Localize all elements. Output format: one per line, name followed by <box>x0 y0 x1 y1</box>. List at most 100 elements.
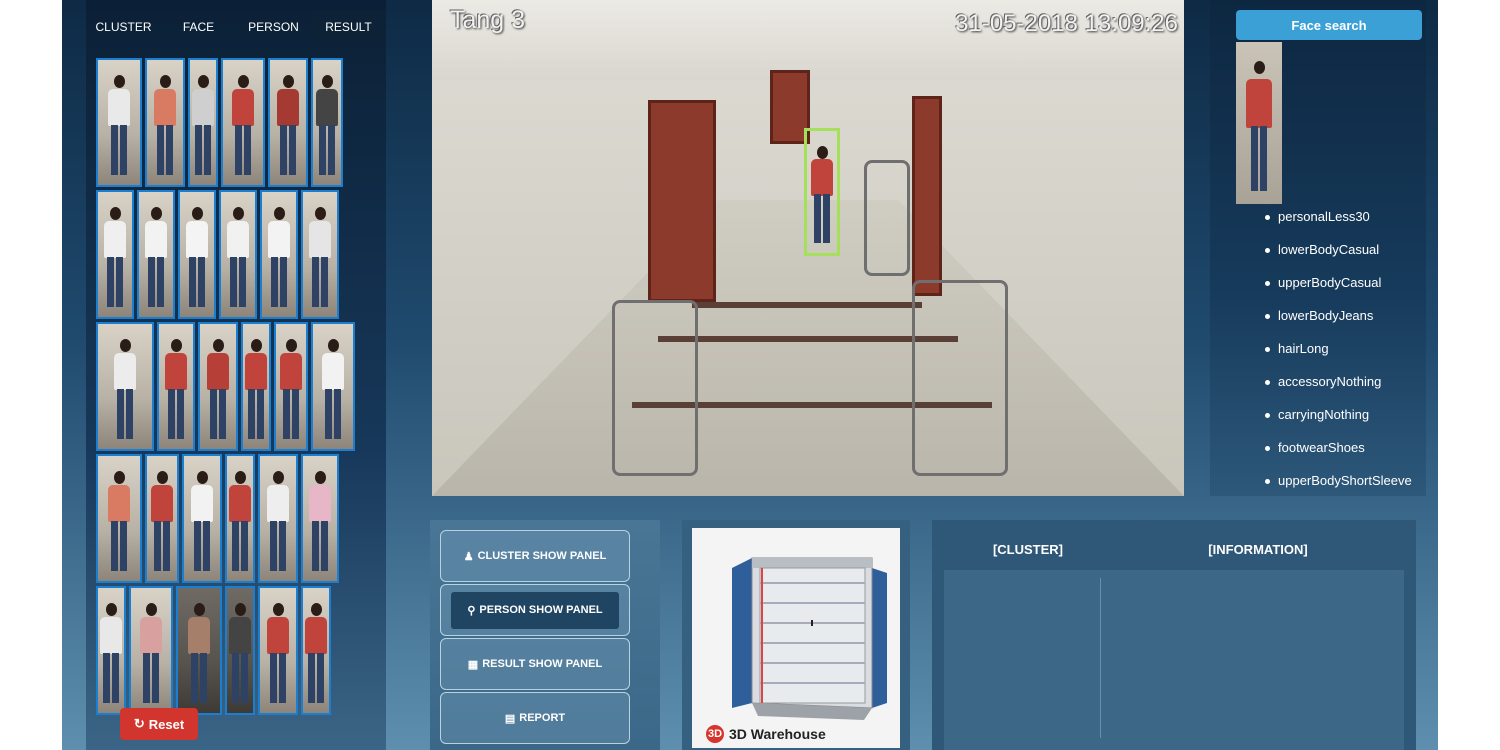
person-thumbnail[interactable] <box>182 454 222 583</box>
table-icon: ▦ <box>467 658 479 671</box>
person-thumbnail[interactable] <box>178 190 216 319</box>
person-thumbnail[interactable] <box>96 322 154 451</box>
thumbnail-person-head <box>233 207 244 220</box>
person-thumbnail[interactable] <box>96 586 126 715</box>
building-3d-view[interactable]: 3D 3D Warehouse <box>692 528 900 748</box>
thumbnail-person-head <box>273 471 284 484</box>
thumbnail-person-legs <box>232 521 248 571</box>
person-thumbnail[interactable] <box>96 190 134 319</box>
camera-timestamp: 31-05-2018 13:09:26 <box>955 10 1178 37</box>
person-thumbnail[interactable] <box>268 58 308 187</box>
thumbnail-person-head <box>157 471 168 484</box>
report-button[interactable]: ▤ REPORT <box>440 692 630 744</box>
report-label: REPORT <box>519 712 566 724</box>
reset-label: Reset <box>148 716 185 732</box>
person-thumbnail[interactable] <box>219 190 257 319</box>
thumbnail-person-torso <box>227 220 249 259</box>
thumbnail-person-torso <box>151 484 173 523</box>
attribute-item: upperBodyCasual <box>1262 272 1412 305</box>
camera-feed[interactable]: Tang 3 31-05-2018 13:09:26 <box>432 0 1184 496</box>
info-col-cluster: [CLUSTER] <box>992 541 1064 557</box>
person-thumbnail[interactable] <box>96 454 142 583</box>
thumbnail-person-head <box>235 603 246 616</box>
thumbnail-person-torso <box>100 616 122 655</box>
person-thumbnail[interactable] <box>225 586 255 715</box>
thumbnail-person-torso <box>191 484 213 523</box>
tab-cluster[interactable]: CLUSTER <box>86 10 161 44</box>
thumbnail-person-legs <box>195 125 211 175</box>
cluster-show-panel-button[interactable]: ♟ CLUSTER SHOW PANEL <box>440 530 630 582</box>
face-search-button[interactable]: Face search <box>1236 10 1422 40</box>
thumbnail-person-legs <box>312 521 328 571</box>
thumbnail-person-head <box>146 603 157 616</box>
person-thumbnail[interactable] <box>241 322 271 451</box>
person-thumbnail[interactable] <box>129 586 173 715</box>
reset-button[interactable]: ↻ Reset <box>120 708 198 740</box>
thumbnail-person-head <box>160 75 171 88</box>
person-thumbnail[interactable] <box>301 586 331 715</box>
info-col-information: [INFORMATION] <box>1208 541 1308 557</box>
person-thumbnail[interactable] <box>274 322 308 451</box>
person-thumbnail[interactable] <box>96 58 142 187</box>
person-thumbnail[interactable] <box>258 454 298 583</box>
person-crop-image <box>1236 42 1282 204</box>
thumbnail-person-legs <box>248 389 264 439</box>
person-thumbnail[interactable] <box>198 322 238 451</box>
thumbnail-person-legs <box>107 257 123 307</box>
thumbnail-person-head <box>235 471 246 484</box>
attribute-item: hairLong <box>1262 338 1412 371</box>
person-thumbnail[interactable] <box>137 190 175 319</box>
thumbnail-person-torso <box>305 616 327 655</box>
person-thumbnail[interactable] <box>157 322 195 451</box>
thumbnail-person-legs <box>280 125 296 175</box>
person-thumbnail[interactable] <box>311 58 343 187</box>
thumbnail-person-torso <box>188 616 210 655</box>
attribute-item: lowerBodyCasual <box>1262 239 1412 272</box>
thumbnail-person-legs <box>270 521 286 571</box>
person-thumbnail[interactable] <box>225 454 255 583</box>
result-show-panel-button[interactable]: ▦ RESULT SHOW PANEL <box>440 638 630 690</box>
person-thumbnail[interactable] <box>145 58 185 187</box>
tab-face[interactable]: FACE <box>161 10 236 44</box>
person-thumbnail[interactable] <box>301 190 339 319</box>
thumbnail-person-head <box>238 75 249 88</box>
info-table-panel: [CLUSTER] [INFORMATION] <box>932 520 1416 750</box>
thumbnail-person-legs <box>319 125 335 175</box>
thumbnail-person-torso <box>267 616 289 655</box>
thumbnail-person-torso <box>316 88 338 127</box>
person-thumbnail[interactable] <box>258 586 298 715</box>
app-window: CLUSTER FACE PERSON RESULT ↻ Reset Tang … <box>62 0 1438 750</box>
attribute-item: carryingNothing <box>1262 404 1412 437</box>
person-thumbnail-grid <box>96 58 358 718</box>
thumbnail-person-legs <box>194 521 210 571</box>
thumbnail-person-legs <box>232 653 248 703</box>
thumbnail-person-head <box>283 75 294 88</box>
thumbnail-person-head <box>311 603 322 616</box>
thumbnail-person-legs <box>283 389 299 439</box>
cluster-show-panel-label: CLUSTER SHOW PANEL <box>477 550 607 562</box>
person-thumbnail[interactable] <box>301 454 339 583</box>
floor-stripe <box>692 302 922 308</box>
thumbnail-person-legs <box>143 653 159 703</box>
person-thumbnail[interactable] <box>260 190 298 319</box>
person-thumbnail[interactable] <box>188 58 218 187</box>
attribute-item: lowerBodyJeans <box>1262 305 1412 338</box>
person-show-panel-button[interactable]: ⚲ PERSON SHOW PANEL <box>440 584 630 636</box>
thumbnail-person-head <box>322 75 333 88</box>
thumbnail-person-torso <box>232 88 254 127</box>
camera-door-left <box>648 100 716 302</box>
thumbnail-person-legs <box>210 389 226 439</box>
tab-person[interactable]: PERSON <box>236 10 311 44</box>
person-thumbnail[interactable] <box>145 454 179 583</box>
person-thumbnail[interactable] <box>221 58 265 187</box>
person-detection-box[interactable] <box>804 128 840 256</box>
thumbnail-person-head <box>197 471 208 484</box>
thumbnail-person-legs <box>154 521 170 571</box>
person-thumbnail[interactable] <box>176 586 222 715</box>
info-table-body <box>944 570 1404 750</box>
thumbnail-person-torso <box>114 352 136 391</box>
warehouse-logo-icon: 3D <box>706 725 724 743</box>
person-thumbnail[interactable] <box>311 322 355 451</box>
thumbnail-person-head <box>171 339 182 352</box>
tab-result[interactable]: RESULT <box>311 10 386 44</box>
